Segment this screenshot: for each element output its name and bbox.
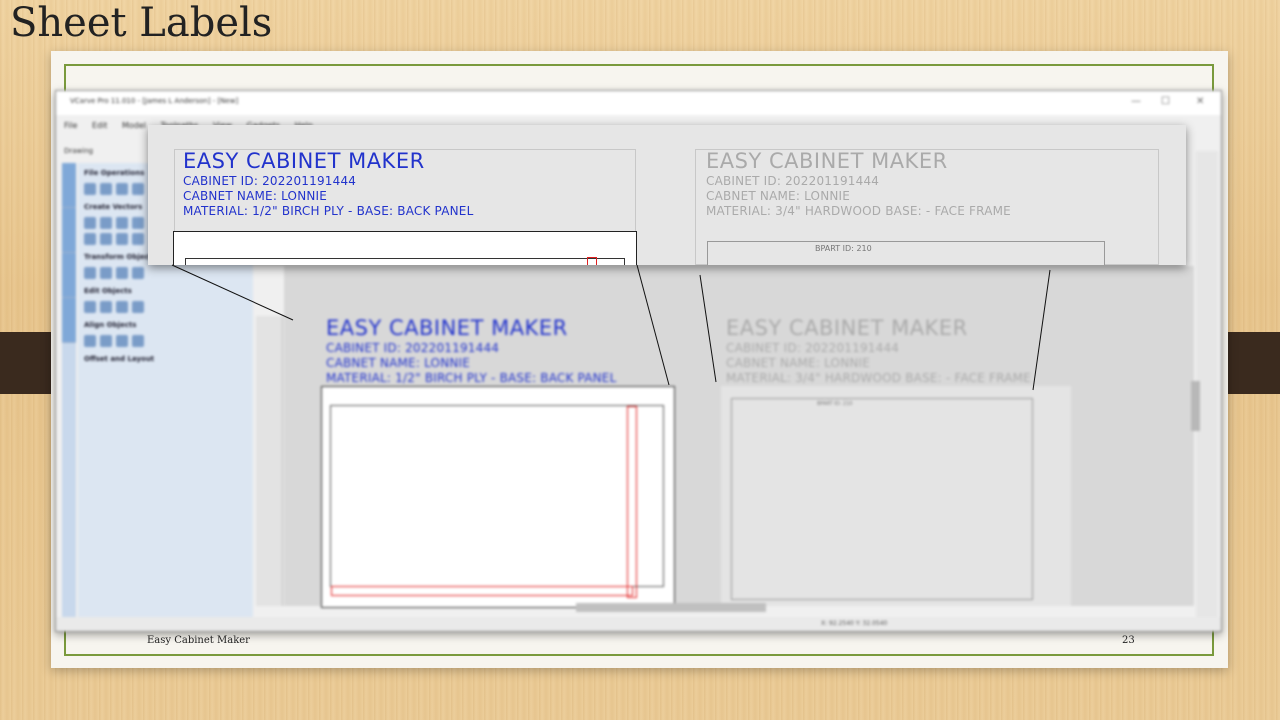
slide-footer: Easy Cabinet Maker xyxy=(147,635,250,646)
callout-red-toolpath xyxy=(587,257,597,265)
rectangle-tool-icon[interactable] xyxy=(116,217,128,229)
label-material: MATERIAL: 3/4" HARDWOOD BASE: - FACE FRA… xyxy=(706,204,1011,218)
scale-tool-icon[interactable] xyxy=(100,267,112,279)
text-tool-icon[interactable] xyxy=(132,233,144,245)
menu-model[interactable]: Model xyxy=(122,121,146,130)
open-file-icon[interactable] xyxy=(100,183,112,195)
left-vertical-tabs xyxy=(62,163,76,623)
move-tool-icon[interactable] xyxy=(84,267,96,279)
new-file-icon[interactable] xyxy=(84,183,96,195)
close-icon[interactable]: ✕ xyxy=(1196,96,1204,107)
align-icons xyxy=(84,333,253,349)
face-frame-part[interactable]: BPART ID: 210 xyxy=(731,398,1033,600)
vertical-ruler xyxy=(256,316,283,606)
slide-page-number: 23 xyxy=(1122,635,1135,646)
align-center-icon[interactable] xyxy=(84,335,96,347)
label-cabinet-id: CABINET ID: 202201191444 xyxy=(183,174,357,188)
import-icon[interactable] xyxy=(132,183,144,195)
label-material: MATERIAL: 3/4" HARDWOOD BASE: - FACE FRA… xyxy=(726,371,1031,385)
red-toolpath-bottom xyxy=(331,586,633,596)
ellipse-tool-icon[interactable] xyxy=(100,217,112,229)
align-top-icon[interactable] xyxy=(132,335,144,347)
label-cabinet-id: CABINET ID: 202201191444 xyxy=(326,341,500,355)
select-tool-icon[interactable] xyxy=(84,301,96,313)
label-title: EASY CABINET MAKER xyxy=(183,149,425,173)
curve-tool-icon[interactable] xyxy=(116,233,128,245)
drawing-tab-label[interactable]: Drawing xyxy=(64,147,93,155)
fillet-tool-icon[interactable] xyxy=(132,301,144,313)
sheet-label-right-blurred: EASY CABINET MAKER CABINET ID: 202201191… xyxy=(726,316,1031,385)
label-cabinet-name: CABNET NAME: LONNIE xyxy=(706,189,851,203)
minimize-icon[interactable]: — xyxy=(1131,96,1141,107)
zoom-callout: EASY CABINET MAKER CABINET ID: 202201191… xyxy=(148,125,1186,265)
callout-back-panel-part xyxy=(185,258,625,265)
red-toolpath-rail xyxy=(627,406,637,598)
panel-section-title: Offset and Layout xyxy=(84,355,155,363)
label-material: MATERIAL: 1/2" BIRCH PLY - BASE: BACK PA… xyxy=(326,371,617,385)
menu-file[interactable]: File xyxy=(64,121,77,130)
label-cabinet-name: CABNET NAME: LONNIE xyxy=(326,356,471,370)
callout-face-frame-part xyxy=(707,241,1105,265)
label-title: EASY CABINET MAKER xyxy=(726,316,968,340)
tab-sheets[interactable] xyxy=(62,253,76,298)
slide-title: Sheet Labels xyxy=(10,0,273,46)
panel-section-title: Edit Objects xyxy=(84,287,132,295)
vertical-scrollbar[interactable] xyxy=(1191,381,1200,431)
status-bar: X: 92.2540 Y: 32.0540 xyxy=(56,617,1221,631)
sheet-label-left: EASY CABINET MAKER CABINET ID: 202201191… xyxy=(183,149,473,218)
label-material: MATERIAL: 1/2" BIRCH PLY - BASE: BACK PA… xyxy=(183,204,474,218)
label-cabinet-name: CABNET NAME: LONNIE xyxy=(726,356,871,370)
line-tool-icon[interactable] xyxy=(100,233,112,245)
align-left-icon[interactable] xyxy=(100,335,112,347)
sheet-label-left-blurred: EASY CABINET MAKER CABINET ID: 202201191… xyxy=(326,316,616,385)
label-cabinet-id: CABINET ID: 202201191444 xyxy=(726,341,900,355)
label-title: EASY CABINET MAKER xyxy=(706,149,948,173)
sheet-face-frame[interactable]: BPART ID: 210 xyxy=(721,386,1071,606)
app-window-title: VCarve Pro 11.010 - [James L Anderson] -… xyxy=(70,97,239,105)
node-edit-icon[interactable] xyxy=(100,301,112,313)
polyline-tool-icon[interactable] xyxy=(84,233,96,245)
rotate-tool-icon[interactable] xyxy=(116,267,128,279)
trim-tool-icon[interactable] xyxy=(116,301,128,313)
maximize-icon[interactable]: ☐ xyxy=(1161,96,1170,107)
label-cabinet-name: CABNET NAME: LONNIE xyxy=(183,189,328,203)
tab-drawing[interactable] xyxy=(62,163,76,208)
circle-tool-icon[interactable] xyxy=(84,217,96,229)
polygon-tool-icon[interactable] xyxy=(132,217,144,229)
callout-part-id-label: BPART ID: 210 xyxy=(815,244,872,253)
align-right-icon[interactable] xyxy=(116,335,128,347)
tab-layers[interactable] xyxy=(62,298,76,343)
back-panel-part[interactable] xyxy=(330,405,664,598)
menu-edit[interactable]: Edit xyxy=(92,121,108,130)
label-title: EASY CABINET MAKER xyxy=(326,316,568,340)
horizontal-scrollbar[interactable] xyxy=(576,603,766,612)
tab-modeling[interactable] xyxy=(62,208,76,253)
mirror-tool-icon[interactable] xyxy=(132,267,144,279)
label-cabinet-id: CABINET ID: 202201191444 xyxy=(706,174,880,188)
edit-objects-icons xyxy=(84,299,253,315)
sheet-label-right: EASY CABINET MAKER CABINET ID: 202201191… xyxy=(706,149,1011,218)
app-titlebar: VCarve Pro 11.010 - [James L Anderson] -… xyxy=(56,91,1221,115)
panel-section-title: Align Objects xyxy=(84,321,137,329)
sheet-back-panel[interactable] xyxy=(321,386,675,608)
part-id-label: BPART ID: 210 xyxy=(817,401,853,407)
transform-icons xyxy=(84,265,253,281)
cursor-coordinates: X: 92.2540 Y: 32.0540 xyxy=(821,620,888,627)
save-file-icon[interactable] xyxy=(116,183,128,195)
callout-sheet-back-panel xyxy=(173,231,637,265)
